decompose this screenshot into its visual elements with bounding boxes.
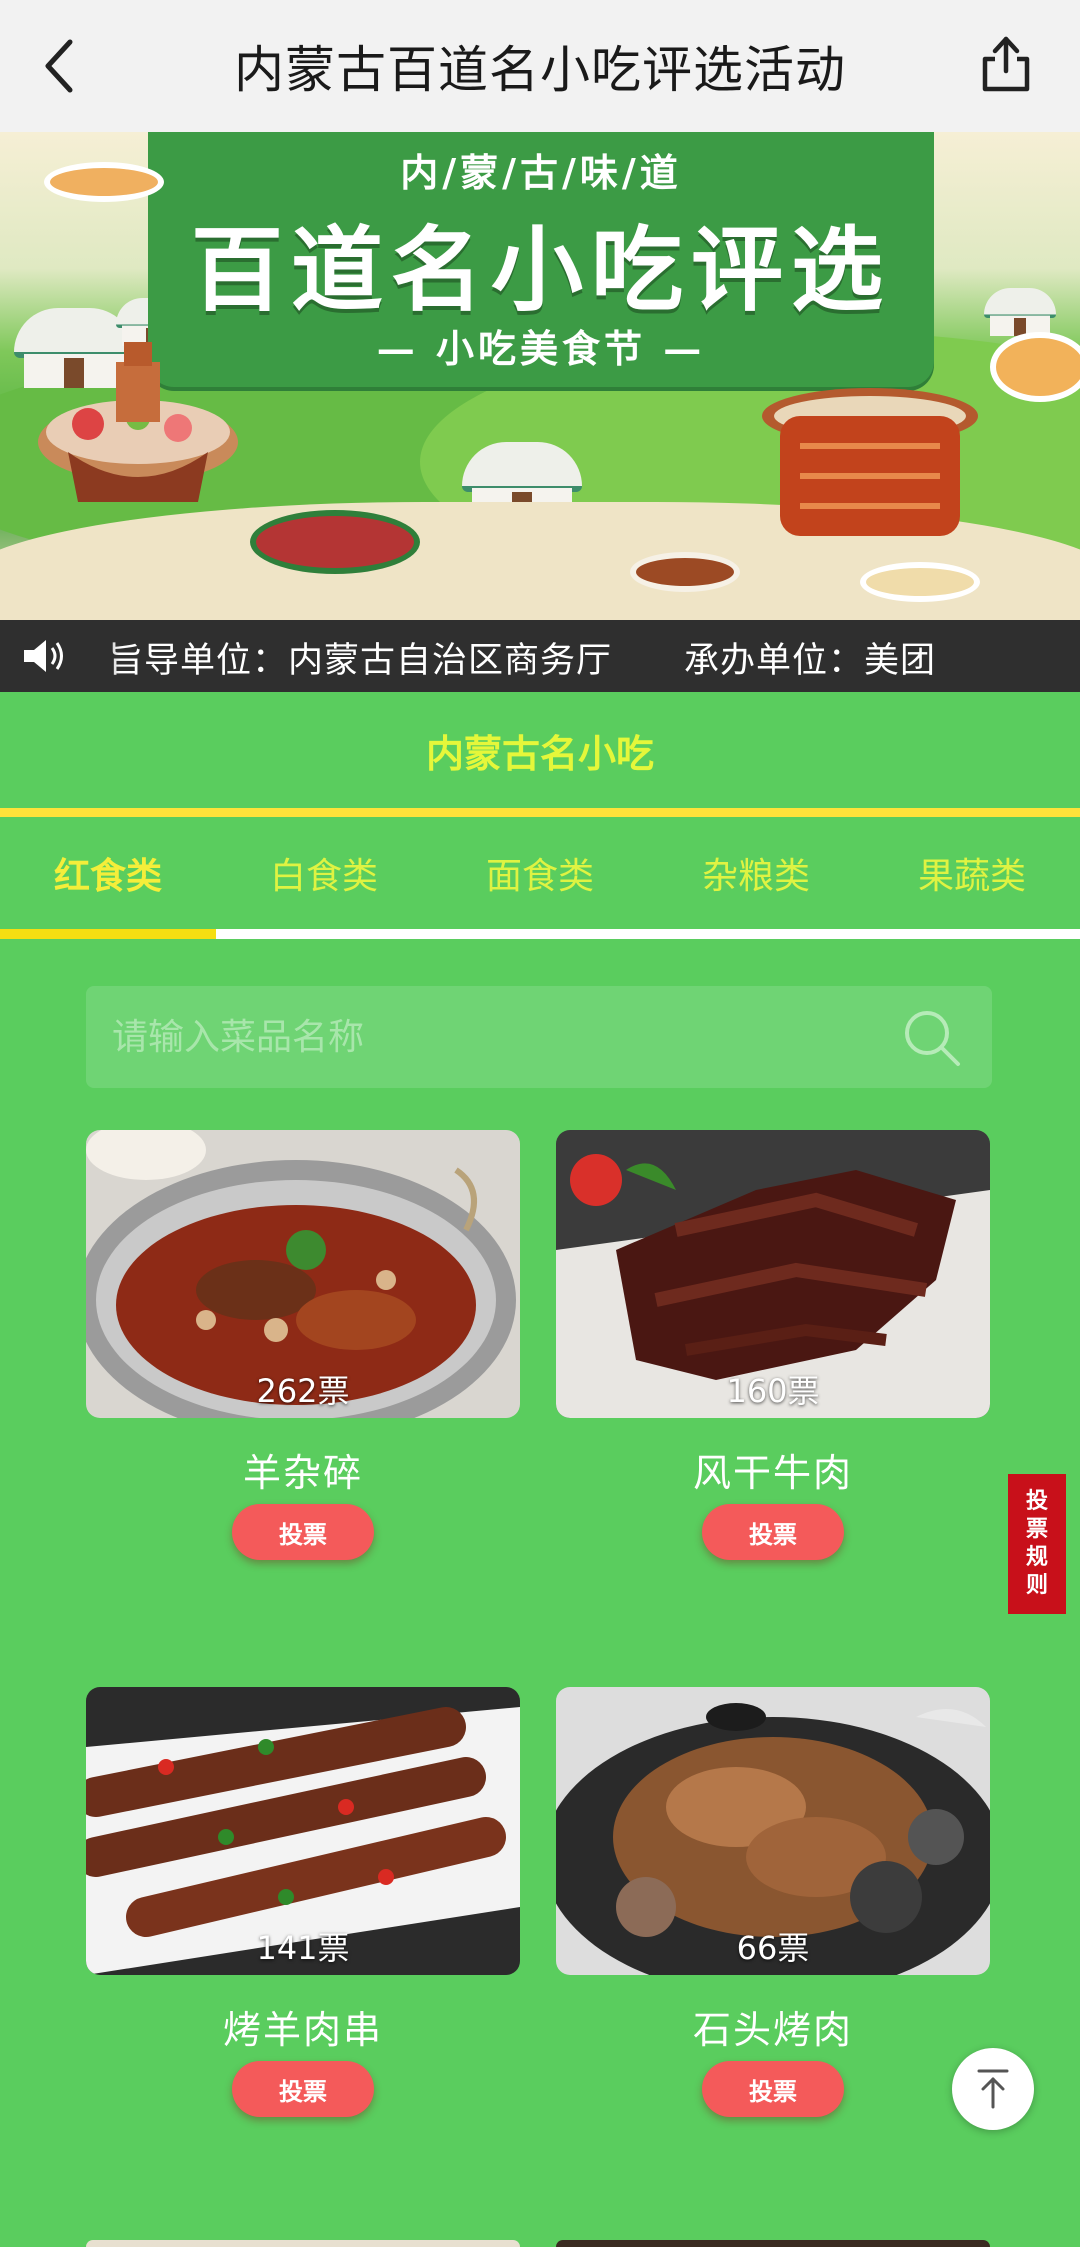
meat-plate-illustration — [250, 510, 420, 574]
banner-sign: 内/蒙/古/味/道 百道名小吃评选 — 小吃美食节 — — [148, 132, 934, 387]
milk-tea-pot-illustration — [762, 388, 978, 536]
tab-grain-food[interactable]: 杂粮类 — [648, 817, 864, 929]
vote-button[interactable]: 投票 — [232, 2061, 374, 2117]
top-nav-bar: 内蒙古百道名小吃评选活动 — [0, 0, 1080, 132]
dish-plate-illustration — [630, 552, 740, 592]
event-banner: 内/蒙/古/味/道 百道名小吃评选 — 小吃美食节 — — [0, 132, 1080, 620]
tab-noodle-food[interactable]: 面食类 — [432, 817, 648, 929]
rules-char: 则 — [1025, 1573, 1048, 1598]
search-box — [86, 986, 992, 1088]
vote-count: 262票 — [256, 1372, 350, 1410]
search-input[interactable] — [112, 986, 892, 1088]
share-button[interactable] — [970, 28, 1042, 100]
vote-count: 160票 — [726, 1372, 820, 1410]
yurt-illustration — [984, 288, 1056, 336]
section-divider — [0, 808, 1080, 817]
tab-active-indicator — [0, 929, 216, 939]
vote-count: 141票 — [256, 1929, 350, 1967]
vote-button[interactable]: 投票 — [702, 1504, 844, 1560]
marquee-text: 旨导单位：内蒙古自治区商务厅 承办单位：美团 — [108, 641, 937, 681]
vote-button[interactable]: 投票 — [702, 2061, 844, 2117]
tab-fruit-veg[interactable]: 果蔬类 — [864, 817, 1080, 929]
share-icon — [982, 36, 1030, 92]
tab-red-food[interactable]: 红食类 — [0, 817, 216, 929]
back-to-top-button[interactable] — [952, 2048, 1034, 2130]
dish-card-peek — [86, 2240, 520, 2247]
dish-plate-illustration — [44, 162, 164, 202]
dish-plate-illustration — [990, 332, 1080, 402]
rules-char: 票 — [1025, 1517, 1048, 1542]
dish-name: 羊杂碎 — [242, 1451, 363, 1495]
dish-plate-illustration — [860, 562, 980, 602]
announcement-marquee: 旨导单位：内蒙古自治区商务厅 承办单位：美团 — [0, 620, 1080, 692]
speaker-icon — [24, 640, 63, 672]
banner-title: 百道名小吃评选 — [190, 217, 891, 324]
page-title: 内蒙古百道名小吃评选活动 — [234, 41, 846, 99]
hotpot-illustration — [38, 342, 238, 502]
search-icon[interactable] — [900, 1006, 964, 1070]
tab-white-food[interactable]: 白食类 — [216, 817, 432, 929]
marquee-fade — [80, 620, 120, 692]
section-title: 内蒙古名小吃 — [425, 731, 654, 776]
back-button[interactable] — [30, 26, 90, 106]
voting-rules-tab[interactable]: 投 票 规 则 — [1008, 1474, 1066, 1614]
dish-card-peek — [556, 2240, 990, 2247]
rules-char: 规 — [1025, 1545, 1048, 1570]
dish-name: 石头烤肉 — [692, 2008, 853, 2052]
rules-char: 投 — [1025, 1489, 1048, 1514]
category-tabs: 红食类 白食类 面食类 杂粮类 果蔬类 — [0, 817, 1080, 929]
chevron-left-icon — [45, 39, 73, 93]
vote-button[interactable]: 投票 — [232, 1504, 374, 1560]
dish-name: 烤羊肉串 — [222, 2008, 383, 2052]
dish-name: 风干牛肉 — [692, 1451, 853, 1495]
banner-tagline: — 小吃美食节 — — [376, 326, 706, 371]
banner-subtitle: 内/蒙/古/味/道 — [400, 150, 682, 195]
arrow-up-icon — [977, 2069, 1009, 2109]
vote-count: 66票 — [736, 1929, 810, 1967]
